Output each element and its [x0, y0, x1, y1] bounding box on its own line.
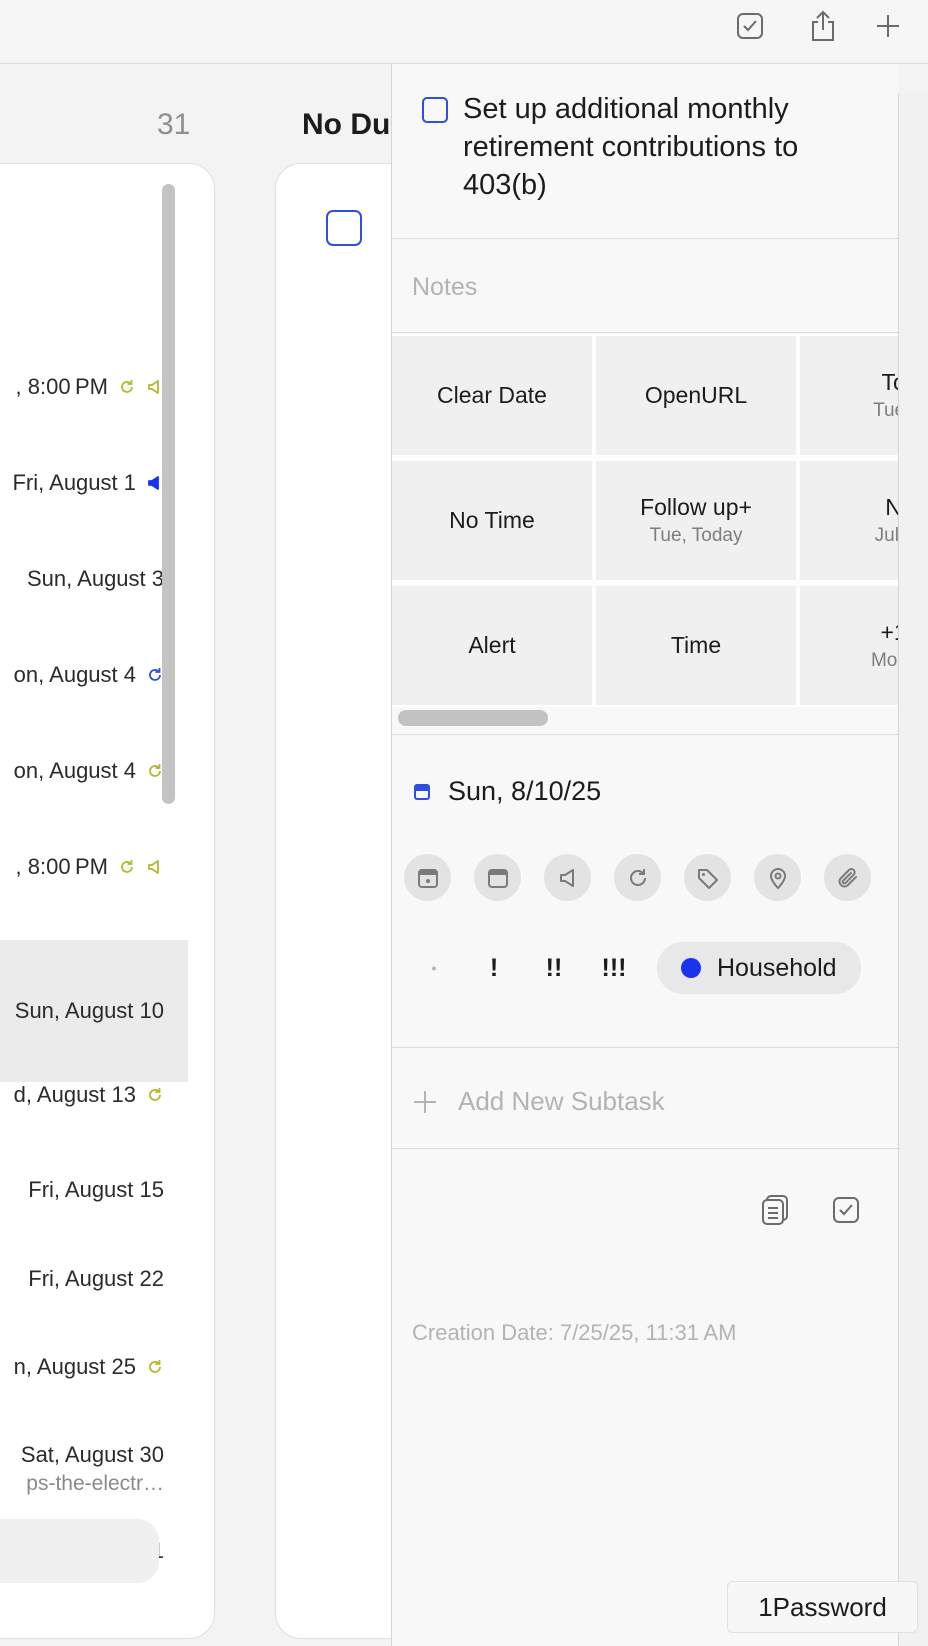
day-column-card: , 8:00 PM Fri, August 1 Sun, August 3 on, A… — [0, 163, 215, 1639]
column-header-31: 31 — [157, 108, 191, 141]
task-complete-checkbox[interactable] — [422, 97, 448, 123]
repeat-icon — [118, 858, 136, 876]
divider — [392, 734, 900, 735]
add-button[interactable] — [868, 6, 908, 46]
plus-one-button[interactable]: +1 I Mon, 8 — [800, 586, 900, 705]
quick-actions-grid: Clear Date OpenURL Tod Tue, T No Time Fo… — [392, 334, 900, 707]
add-subtask-field[interactable]: Add New Subtask — [412, 1086, 665, 1117]
time-button[interactable]: Time — [596, 586, 796, 705]
copy-list-icon — [762, 1195, 788, 1225]
scrollbar-thumb[interactable] — [162, 184, 175, 804]
deadline-button[interactable] — [474, 854, 521, 901]
date-button[interactable] — [404, 854, 451, 901]
open-url-button[interactable]: OpenURL — [596, 336, 796, 455]
repeat-icon — [118, 378, 136, 396]
list-item-date: , 8:00 PM — [15, 854, 108, 879]
complete-check-button[interactable] — [730, 6, 770, 46]
notes-field[interactable]: Notes — [412, 273, 477, 302]
onepassword-button[interactable]: 1Password — [727, 1581, 918, 1633]
location-button[interactable] — [754, 854, 801, 901]
list-item-date: , 8:00 PM — [15, 374, 108, 399]
follow-up-button[interactable]: Follow up+ Tue, Today — [596, 461, 796, 580]
repeat-icon — [629, 868, 646, 886]
copy-button[interactable] — [758, 1192, 794, 1228]
priority-low-button[interactable]: ! — [464, 954, 524, 983]
no-time-button[interactable]: No Time — [392, 461, 592, 580]
priority-row: • ! !! !!! Household — [404, 942, 861, 994]
list-item-date: Fri, August 22 — [28, 1266, 164, 1291]
due-date-value: Sun, 8/10/25 — [448, 776, 602, 806]
priority-high-button[interactable]: !!! — [584, 954, 644, 983]
list-item-date: on, August 4 — [13, 758, 136, 783]
calendar-dot-icon — [417, 868, 438, 888]
quick-add-field[interactable] — [0, 1519, 159, 1583]
attachment-button[interactable] — [824, 854, 871, 901]
alert-button[interactable]: Alert — [392, 586, 592, 705]
alert-toggle-button[interactable] — [544, 854, 591, 901]
list-item-date: Sun, August 3 — [27, 566, 164, 591]
horizontal-scrollbar[interactable] — [398, 710, 548, 726]
vertical-scrollbar[interactable] — [158, 184, 178, 1638]
clear-date-button[interactable]: Clear Date — [392, 336, 592, 455]
calendar-icon — [414, 783, 430, 800]
now-button[interactable]: No Jul 29 — [800, 461, 900, 580]
list-item-date: Fri, August 1 — [12, 470, 136, 495]
location-pin-icon — [769, 867, 786, 889]
calendar-icon — [487, 868, 508, 888]
checkbox-icon — [833, 1197, 859, 1223]
tag-icon — [697, 868, 718, 889]
task-detail-panel: Set up additional monthly retirement con… — [391, 64, 900, 1646]
task-checkbox[interactable] — [326, 210, 362, 246]
checkbox-icon — [737, 13, 763, 39]
list-item-date: on, August 4 — [13, 662, 136, 687]
divider — [392, 1148, 900, 1149]
panel-edge — [898, 93, 928, 1646]
today-button[interactable]: Tod Tue, T — [800, 336, 900, 455]
plus-icon — [414, 1090, 436, 1113]
speaker-icon — [559, 868, 574, 887]
top-toolbar — [0, 0, 928, 64]
plus-icon — [877, 15, 899, 37]
add-subtask-placeholder: Add New Subtask — [458, 1086, 665, 1116]
tag-button[interactable] — [684, 854, 731, 901]
attribute-buttons — [404, 854, 871, 901]
list-item-date: n, August 25 — [13, 1354, 136, 1379]
share-button[interactable] — [803, 6, 843, 46]
divider — [392, 238, 900, 239]
priority-medium-button[interactable]: !! — [524, 954, 584, 983]
complete-task-button[interactable] — [828, 1192, 864, 1228]
list-item-date: Sun, August 10 — [14, 998, 164, 1023]
task-title[interactable]: Set up additional monthly retirement con… — [463, 90, 883, 204]
priority-none-button[interactable]: • — [404, 960, 464, 976]
creation-date: Creation Date: 7/25/25, 11:31 AM — [412, 1320, 737, 1345]
due-date-row[interactable]: Sun, 8/10/25 — [414, 776, 601, 807]
list-name: Household — [717, 953, 837, 982]
paperclip-icon — [838, 867, 857, 887]
repeat-button[interactable] — [614, 854, 661, 901]
list-selector[interactable]: Household — [657, 942, 861, 994]
list-item-date: Fri, August 15 — [28, 1177, 164, 1202]
list-item-date: d, August 13 — [13, 1082, 136, 1107]
divider — [392, 1047, 900, 1048]
list-color-dot — [681, 958, 701, 978]
divider — [392, 332, 900, 333]
share-icon — [812, 10, 834, 41]
